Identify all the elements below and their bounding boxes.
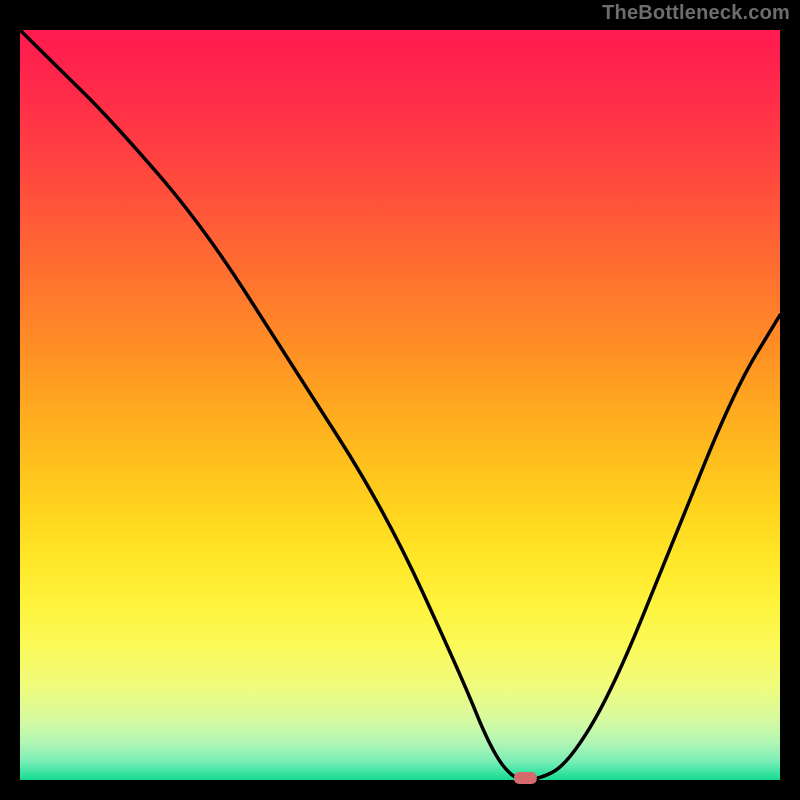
chart-frame: TheBottleneck.com [0,0,800,800]
optimum-marker [514,772,537,784]
watermark-text: TheBottleneck.com [602,2,790,25]
y-axis [0,0,20,800]
plot-area [20,30,780,780]
right-border [780,0,800,800]
bottleneck-chart-svg [0,0,800,800]
x-axis [0,780,800,800]
